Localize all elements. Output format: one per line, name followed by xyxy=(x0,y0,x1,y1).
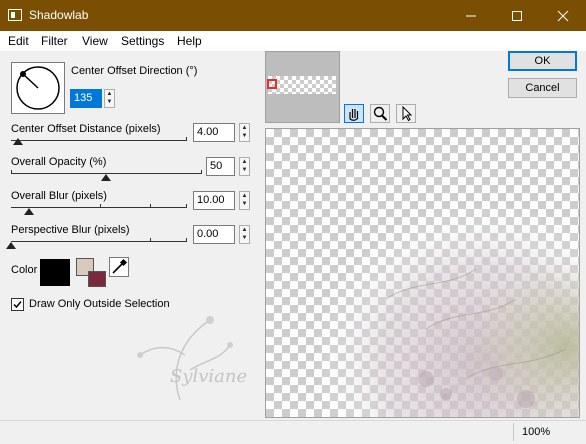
view-rectangle[interactable] xyxy=(267,79,277,89)
perspective-slider-thumb[interactable] xyxy=(6,242,16,249)
window-title: Shadowlab xyxy=(29,8,89,22)
menu-view[interactable]: View xyxy=(82,34,108,48)
menu-settings[interactable]: Settings xyxy=(121,34,164,48)
color-label: Color xyxy=(11,264,38,276)
opacity-slider-tick-start xyxy=(11,170,12,174)
cancel-button[interactable]: Cancel xyxy=(508,78,577,98)
title-bar: Shadowlab xyxy=(0,0,586,31)
close-icon xyxy=(557,10,569,21)
distance-input[interactable]: 4.00 xyxy=(193,123,235,142)
eyedropper-button[interactable] xyxy=(109,257,129,277)
blur-slider-tick-end xyxy=(186,204,187,208)
direction-input[interactable]: 135 xyxy=(70,89,102,108)
direction-spinner[interactable]: ▲ ▼ xyxy=(104,89,115,108)
direction-label: Center Offset Direction (°) xyxy=(71,65,198,77)
perspective-slider-tick-end xyxy=(186,238,187,242)
perspective-label: Perspective Blur (pixels) xyxy=(11,224,130,236)
blur-slider-thumb[interactable] xyxy=(23,208,34,215)
eyedropper-icon xyxy=(112,258,128,274)
menu-help[interactable]: Help xyxy=(177,34,202,48)
perspective-spinner[interactable]: ▲ ▼ xyxy=(239,225,250,244)
thumbnail-image xyxy=(268,76,336,94)
minimize-icon xyxy=(466,15,476,16)
shadow-color-swatch[interactable] xyxy=(40,259,70,286)
distance-label: Center Offset Distance (pixels) xyxy=(11,123,161,135)
status-divider xyxy=(513,423,514,441)
app-icon xyxy=(8,9,22,21)
distance-slider-thumb[interactable] xyxy=(13,138,23,145)
thumbnail-navigator[interactable] xyxy=(265,51,340,123)
checkmark-icon xyxy=(13,301,22,309)
foreground-color-swatch[interactable] xyxy=(88,271,106,287)
preview-pane[interactable] xyxy=(265,128,580,418)
opacity-slider-thumb[interactable] xyxy=(101,174,111,181)
perspective-slider-tick-mid xyxy=(150,238,151,242)
maximize-button[interactable] xyxy=(494,0,540,31)
opacity-slider-tick-end xyxy=(201,170,202,174)
opacity-input[interactable]: 50 xyxy=(206,157,235,176)
blur-slider-tick-mid xyxy=(100,204,101,208)
preview-image xyxy=(266,129,579,417)
status-bar: 100% xyxy=(0,420,586,444)
opacity-label: Overall Opacity (%) xyxy=(11,156,107,168)
blur-spinner[interactable]: ▲ ▼ xyxy=(239,191,250,210)
close-button[interactable] xyxy=(540,0,586,31)
menu-filter[interactable]: Filter xyxy=(41,34,68,48)
blur-slider-tick-mid2 xyxy=(150,204,151,208)
draw-outside-checkbox[interactable] xyxy=(11,298,24,311)
perspective-input[interactable]: 0.00 xyxy=(193,225,235,244)
arrow-icon xyxy=(402,105,413,122)
blur-input[interactable]: 10.00 xyxy=(193,191,235,210)
hand-icon xyxy=(349,109,359,121)
ok-button[interactable]: OK xyxy=(508,51,577,71)
arrow-tool-button[interactable] xyxy=(396,104,416,123)
menu-bar: Edit Filter View Settings Help xyxy=(0,31,586,51)
maximize-icon xyxy=(512,10,522,21)
blur-label: Overall Blur (pixels) xyxy=(11,190,107,202)
menu-edit[interactable]: Edit xyxy=(8,34,29,48)
zoom-tool-button[interactable] xyxy=(370,104,390,123)
perspective-slider-track[interactable] xyxy=(11,241,186,242)
watermark-text: Sylviane xyxy=(170,366,248,387)
opacity-spinner[interactable]: ▲ ▼ xyxy=(239,157,250,176)
zoom-icon xyxy=(373,106,388,121)
hand-tool-button[interactable] xyxy=(344,104,364,123)
minimize-button[interactable] xyxy=(448,0,494,31)
direction-dial[interactable] xyxy=(11,62,65,114)
floral-watermark xyxy=(137,316,233,401)
dial-graphic xyxy=(16,66,60,110)
distance-slider-tick xyxy=(186,137,187,141)
zoom-level: 100% xyxy=(522,426,551,438)
distance-spinner[interactable]: ▲ ▼ xyxy=(239,123,250,142)
distance-slider-track[interactable] xyxy=(11,140,186,141)
blur-slider-track[interactable] xyxy=(11,207,186,208)
